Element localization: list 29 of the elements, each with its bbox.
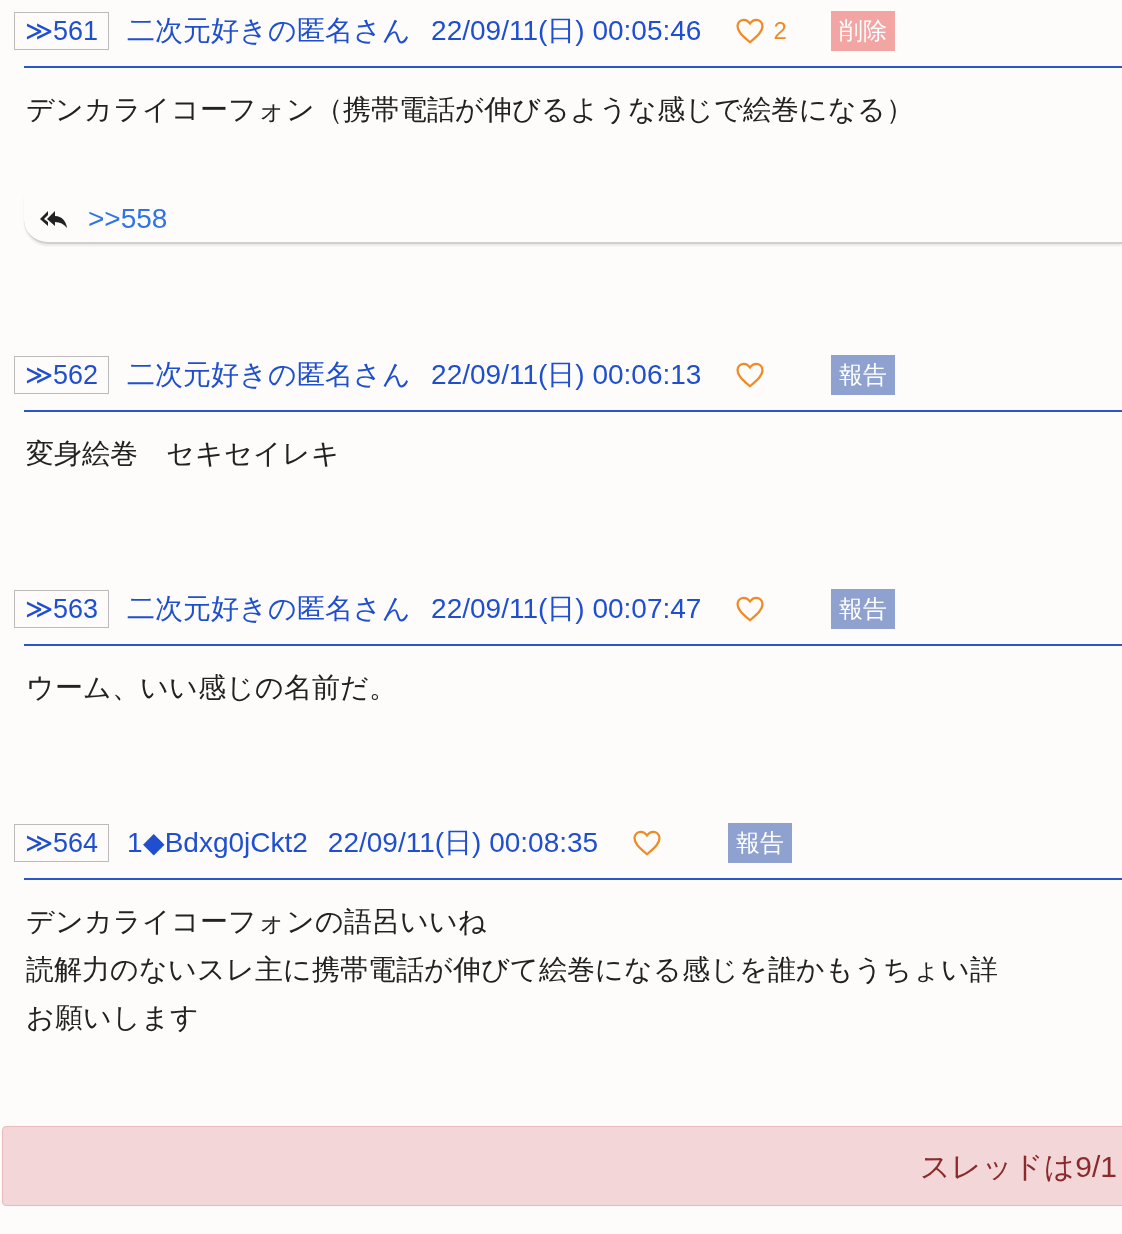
- post-text: 読解力のないスレ主に携帯電話が伸びて絵巻になる感じを誰かもうちょい詳: [26, 953, 998, 987]
- poster-name: 二次元好きの匿名さん: [127, 358, 412, 392]
- report-button[interactable]: 報告: [831, 589, 896, 629]
- post-text: 変身絵巻 セキセイレキ: [26, 437, 340, 471]
- report-button[interactable]: 報告: [831, 355, 896, 395]
- post-date: 22/09/11(日) 00:07:47: [431, 592, 702, 626]
- poster-name: 1◆Bdxg0jCkt2: [127, 826, 308, 860]
- heart-icon[interactable]: [735, 595, 766, 623]
- post-text: デンカライコーフォンの語呂いいね: [26, 905, 487, 939]
- post-text: ウーム、いい感じの名前だ。: [26, 671, 397, 705]
- report-button[interactable]: 報告: [728, 823, 793, 863]
- reply-link[interactable]: >>558: [88, 198, 168, 240]
- post-date: 22/09/11(日) 00:06:13: [431, 358, 702, 392]
- post-text: デンカライコーフォン（携帯電話が伸びるような感じで絵巻になる）: [26, 93, 914, 127]
- like-count: 2: [773, 16, 787, 46]
- post-text: お願いします: [26, 1001, 199, 1035]
- post-number[interactable]: ≫561: [14, 12, 110, 50]
- post-date: 22/09/11(日) 00:08:35: [327, 826, 599, 860]
- poster-name: 二次元好きの匿名さん: [127, 14, 412, 48]
- reply-all-icon: [38, 209, 68, 229]
- post-number[interactable]: ≫564: [14, 824, 110, 862]
- heart-icon[interactable]: [735, 361, 766, 389]
- heart-icon[interactable]: [735, 17, 766, 45]
- post-number[interactable]: ≫563: [14, 590, 110, 628]
- poster-name: 二次元好きの匿名さん: [127, 592, 412, 626]
- post-date: 22/09/11(日) 00:05:46: [431, 14, 702, 48]
- notice-text: スレッドは9/1: [920, 1148, 1117, 1185]
- heart-icon[interactable]: [632, 829, 663, 857]
- post-number[interactable]: ≫562: [14, 356, 110, 394]
